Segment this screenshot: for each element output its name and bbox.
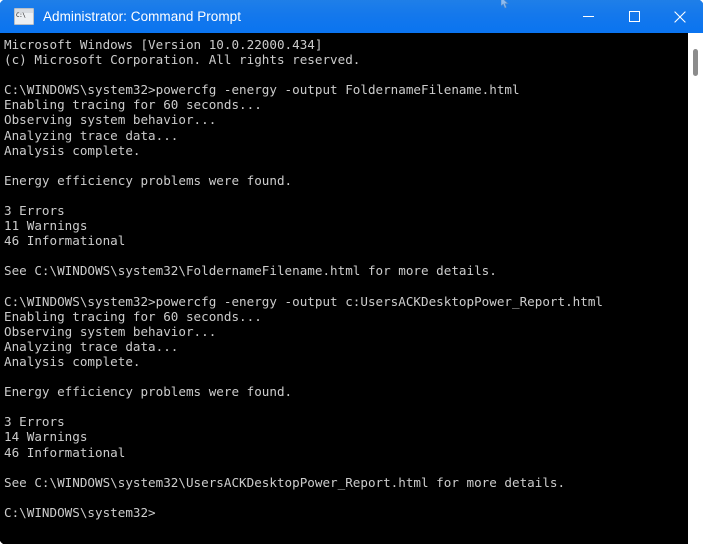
window-controls (565, 0, 703, 33)
close-button[interactable] (657, 0, 703, 33)
window-title: Administrator: Command Prompt (43, 8, 242, 24)
minimize-button[interactable] (565, 0, 611, 33)
console-output-area[interactable]: Microsoft Windows [Version 10.0.22000.43… (0, 33, 688, 544)
minimize-icon (582, 11, 594, 22)
close-icon (674, 10, 686, 23)
console-scrollbar[interactable] (688, 33, 703, 544)
titlebar-left-group: Administrator: Command Prompt (0, 8, 565, 25)
maximize-icon (628, 11, 640, 22)
mouse-cursor-artifact (500, 0, 510, 9)
window-titlebar[interactable]: Administrator: Command Prompt (0, 0, 703, 33)
scrollbar-thumb[interactable] (693, 49, 698, 76)
command-prompt-icon (14, 8, 34, 25)
console-text: Microsoft Windows [Version 10.0.22000.43… (4, 37, 603, 520)
maximize-button[interactable] (611, 0, 657, 33)
command-prompt-window: Administrator: Command Prompt (0, 0, 703, 544)
